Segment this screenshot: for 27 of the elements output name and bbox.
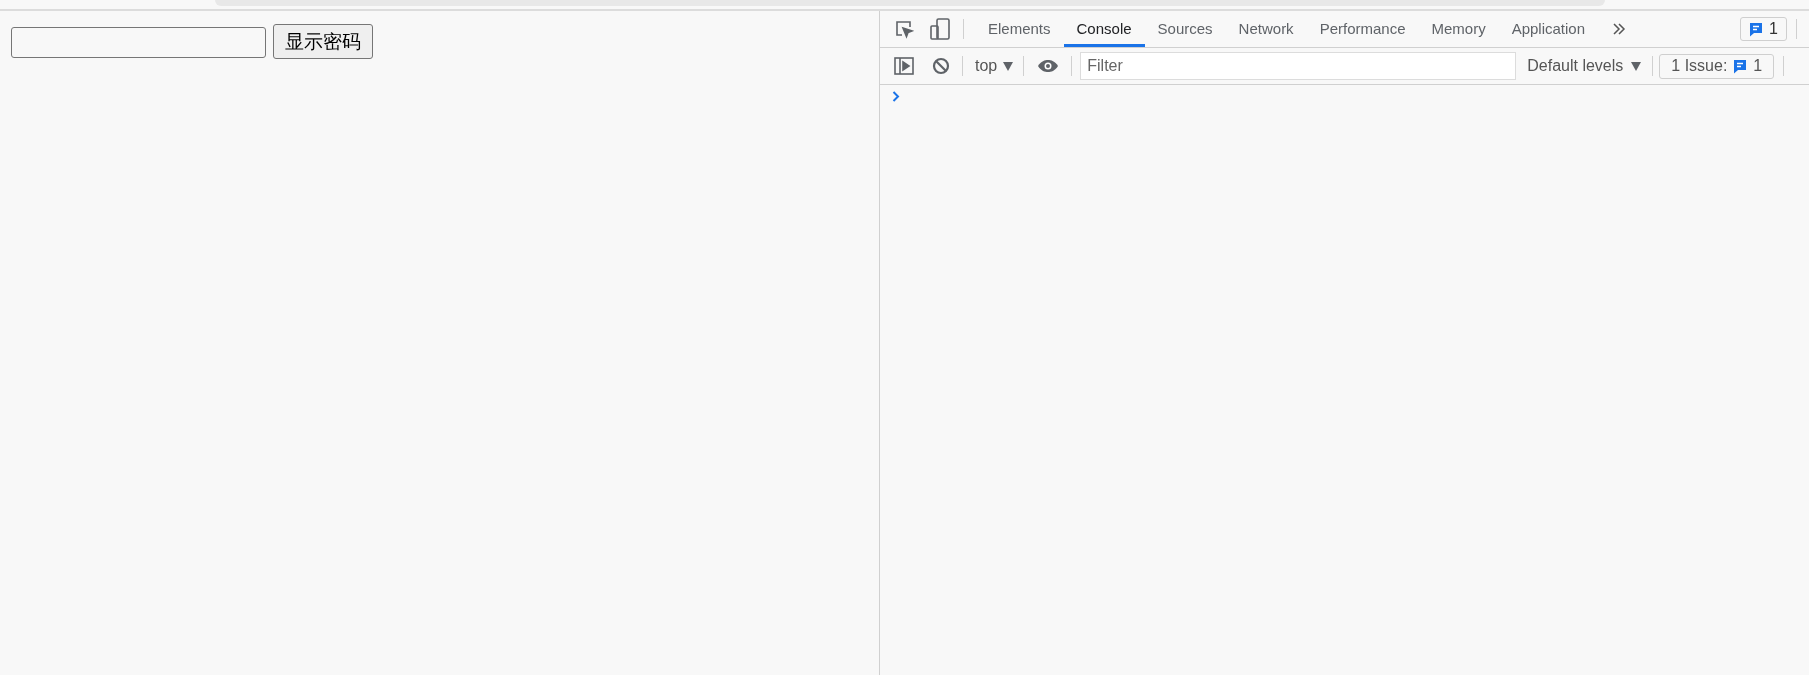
filter-input[interactable]: Filter	[1080, 52, 1517, 80]
devtools-tab[interactable]: Network	[1225, 11, 1307, 47]
clear-console-icon[interactable]	[932, 57, 950, 75]
more-tabs-icon[interactable]	[1612, 23, 1627, 35]
sidebar-toggle-icon[interactable]	[894, 57, 914, 75]
devtools-tab[interactable]: Memory	[1418, 11, 1499, 47]
issues-badge[interactable]: 1	[1740, 17, 1787, 41]
dropdown-arrow-icon	[1631, 61, 1642, 71]
issues-button[interactable]: 1 Issue: 1	[1659, 53, 1775, 79]
eye-icon[interactable]	[1037, 59, 1060, 73]
issues-label: 1 Issue:	[1671, 56, 1728, 76]
show-password-button[interactable]: 显示密码	[273, 24, 373, 59]
devtools-tab[interactable]: Application	[1498, 11, 1599, 47]
devtools-tab[interactable]: Sources	[1144, 11, 1226, 47]
password-input[interactable]	[11, 27, 266, 58]
devtools-tab[interactable]: Elements	[975, 11, 1064, 47]
log-levels-dropdown[interactable]: Default levels	[1527, 54, 1642, 78]
inspect-element-icon[interactable]	[894, 19, 914, 39]
console-prompt-icon[interactable]	[892, 91, 900, 102]
device-toolbar-icon[interactable]	[930, 18, 950, 40]
message-icon	[1733, 58, 1748, 74]
devtools-tab[interactable]: Console	[1063, 11, 1145, 47]
devtools-tab[interactable]: Performance	[1306, 11, 1419, 47]
message-icon	[1749, 21, 1764, 37]
dropdown-arrow-icon	[1003, 61, 1014, 71]
issues-count: 1	[1753, 56, 1763, 76]
context-dropdown[interactable]: top	[975, 54, 1014, 78]
